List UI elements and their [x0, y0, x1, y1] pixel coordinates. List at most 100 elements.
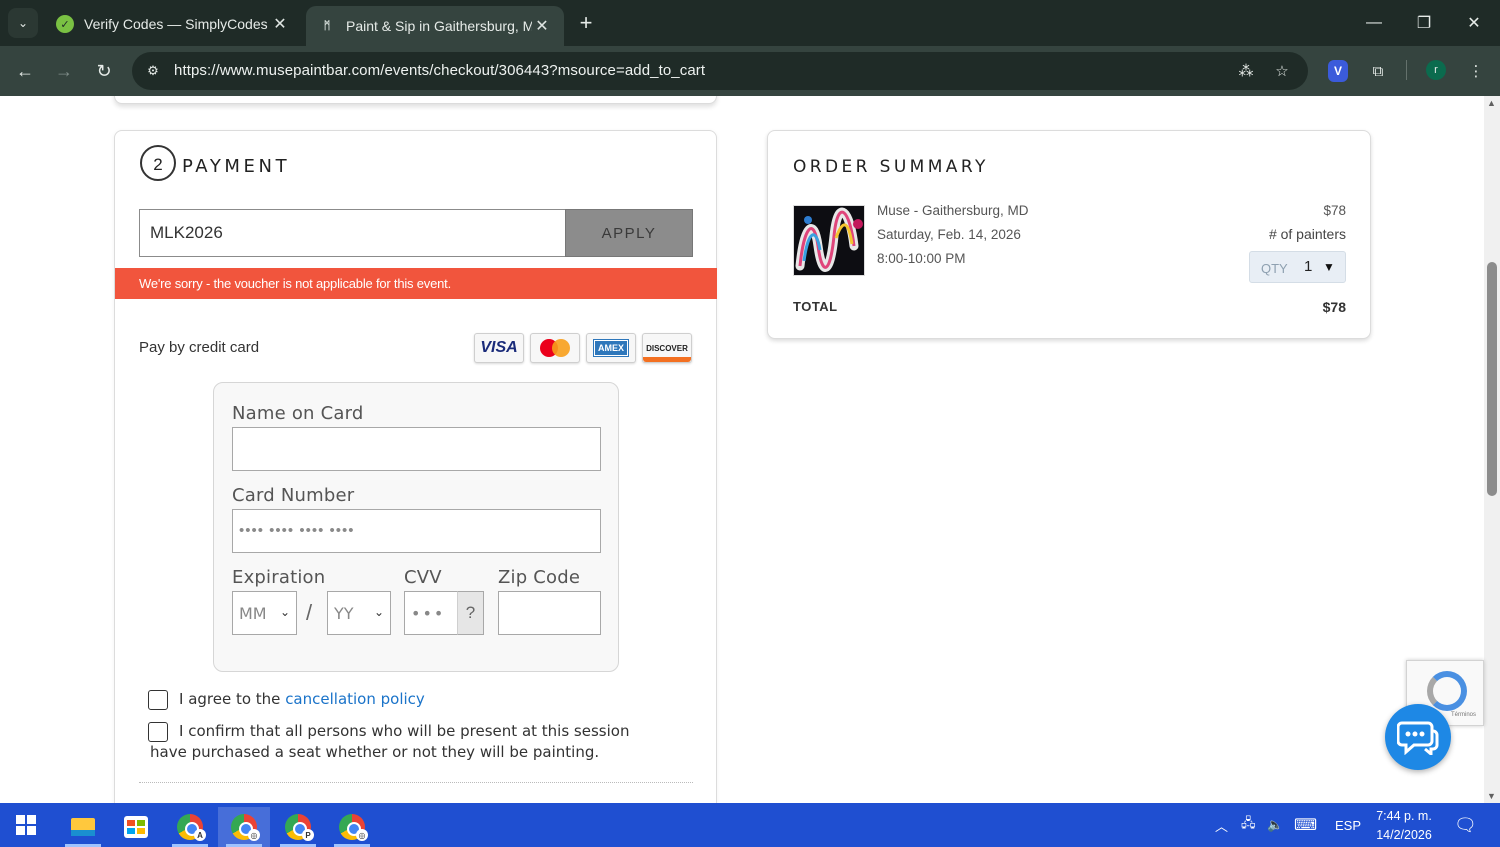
amex-icon: AMEX — [586, 333, 636, 363]
keyboard-icon[interactable]: ⌨ — [1294, 803, 1317, 847]
toolbar-divider — [1406, 60, 1407, 80]
cvv-label: CVV — [404, 567, 442, 588]
taskbar-chrome-4[interactable]: ◎ — [326, 807, 378, 847]
expiration-label: Expiration — [232, 567, 326, 588]
arrow-left-icon: ← — [16, 60, 34, 81]
simplycodes-favicon-icon: ✓ — [56, 15, 74, 33]
start-button[interactable] — [0, 803, 52, 847]
chevron-up-icon: ︿ — [1215, 818, 1229, 834]
expiration-year-select[interactable]: YY ⌄ — [327, 591, 391, 635]
network-icon[interactable]: 🖧 — [1241, 803, 1256, 847]
cancellation-policy-text: I agree to the cancellation policy — [179, 689, 425, 710]
checkout-page: 2 PAYMENT MLK2026 APPLY We're sorry - th… — [0, 96, 1484, 803]
taskbar-chrome-3[interactable]: P — [272, 807, 324, 847]
order-summary-title: ORDER SUMMARY — [793, 157, 989, 177]
card-number-placeholder: •••• •••• •••• •••• — [239, 522, 355, 539]
confirm-seat-text: I confirm that all persons who will be p… — [150, 722, 630, 761]
translate-icon[interactable]: ⁂ — [1234, 60, 1258, 82]
scrollbar-thumb[interactable] — [1487, 262, 1497, 496]
clock-time: 7:44 p. m. — [1376, 809, 1432, 823]
voucher-input[interactable]: MLK2026 — [139, 209, 567, 257]
show-hidden-icons[interactable]: ︿ — [1215, 803, 1228, 847]
name-on-card-input[interactable] — [232, 427, 601, 471]
language-indicator[interactable]: ESP — [1335, 803, 1361, 847]
extension-shield-icon[interactable]: V — [1328, 60, 1348, 82]
event-location: Muse - Gaithersburg, MD — [877, 203, 1029, 218]
previous-section-card — [114, 96, 717, 104]
tab-title: Paint & Sip in Gaithersburg, MD — [346, 18, 532, 34]
chevron-down-icon: ⌄ — [373, 605, 384, 619]
cancellation-policy-checkbox[interactable] — [148, 690, 168, 710]
zip-code-input[interactable] — [498, 591, 601, 635]
taskbar-store[interactable] — [110, 807, 162, 847]
order-summary-section: ORDER SUMMARY Muse - Gaithersburg, MD Sa… — [767, 130, 1371, 339]
agree-prefix: I agree to the — [179, 690, 286, 708]
cvv-help-button[interactable]: ? — [457, 591, 484, 635]
apply-voucher-button[interactable]: APPLY — [565, 209, 693, 257]
event-price: $78 — [1323, 203, 1346, 218]
close-window-button[interactable]: ✕ — [1454, 8, 1494, 38]
voucher-error-message: We're sorry - the voucher is not applica… — [115, 268, 717, 299]
arrow-right-icon: → — [55, 60, 73, 81]
site-settings-icon[interactable]: ⚙ — [142, 60, 164, 82]
cancellation-policy-link[interactable]: cancellation policy — [285, 690, 425, 708]
visa-icon: VISA — [474, 333, 524, 363]
section-divider — [139, 782, 693, 783]
discover-logo-text: DISCOVER — [646, 343, 688, 353]
close-icon[interactable]: ✕ — [532, 16, 552, 36]
card-number-input[interactable]: •••• •••• •••• •••• — [232, 509, 601, 553]
volume-icon[interactable]: 🔈 — [1267, 803, 1283, 847]
minimize-icon: — — [1366, 14, 1382, 31]
notifications-icon[interactable]: 🗨 — [1454, 803, 1477, 847]
address-bar[interactable]: ⚙ https://www.musepaintbar.com/events/ch… — [132, 52, 1308, 90]
name-on-card-label: Name on Card — [232, 403, 364, 424]
date-separator: / — [306, 600, 313, 625]
folder-icon — [71, 818, 95, 836]
scroll-down-icon[interactable]: ▼ — [1487, 791, 1496, 801]
bookmark-star-icon[interactable]: ☆ — [1270, 60, 1294, 82]
painters-label: # of painters — [1268, 226, 1346, 242]
expiration-month-select[interactable]: MM ⌄ — [232, 591, 297, 635]
system-clock[interactable]: 7:44 p. m. 14/2/2026 — [1368, 807, 1440, 845]
page-scrollbar[interactable]: ▲ ▼ — [1484, 96, 1500, 803]
store-icon — [124, 816, 148, 838]
recaptcha-icon — [1427, 671, 1467, 711]
url-text[interactable]: https://www.musepaintbar.com/events/chec… — [174, 62, 705, 79]
close-icon[interactable]: ✕ — [270, 14, 290, 34]
windows-logo-icon — [16, 815, 36, 835]
minimize-button[interactable]: — — [1354, 8, 1394, 38]
back-button[interactable]: ← — [10, 56, 40, 86]
cvv-placeholder: ••• — [411, 603, 446, 623]
qty-label: QTY — [1261, 261, 1288, 276]
taskbar-chrome-1[interactable]: A — [164, 807, 216, 847]
browser-menu-icon[interactable]: ⋮ — [1463, 58, 1489, 84]
zip-code-label: Zip Code — [498, 567, 581, 588]
card-number-label: Card Number — [232, 485, 355, 506]
total-label: TOTAL — [793, 299, 838, 314]
event-time: 8:00-10:00 PM — [877, 251, 966, 266]
restore-button[interactable]: ❐ — [1404, 8, 1444, 38]
taskbar-file-explorer[interactable] — [57, 807, 109, 847]
profile-avatar[interactable]: r — [1426, 60, 1446, 80]
browser-tab-strip: ⌄ ✓ Verify Codes — SimplyCodes ✕ ᛗ Paint… — [0, 0, 1500, 46]
reload-icon: ↻ — [96, 60, 112, 81]
quantity-select[interactable]: QTY 1 ▼ — [1249, 251, 1346, 283]
tab-search-button[interactable]: ⌄ — [8, 8, 38, 38]
forward-button[interactable]: → — [49, 56, 79, 86]
scroll-up-icon[interactable]: ▲ — [1487, 98, 1496, 108]
step-number: 2 — [140, 145, 176, 181]
extensions-puzzle-icon[interactable]: ⧉ — [1365, 58, 1391, 84]
chat-button[interactable] — [1385, 704, 1451, 770]
cvv-input[interactable]: ••• — [404, 591, 459, 635]
tab-simplycodes[interactable]: ✓ Verify Codes — SimplyCodes ✕ — [44, 6, 302, 42]
year-placeholder: YY — [334, 603, 354, 623]
reload-button[interactable]: ↻ — [89, 56, 119, 86]
new-tab-button[interactable]: + — [574, 10, 598, 36]
muse-favicon-icon: ᛗ — [323, 20, 331, 32]
tab-paint-and-sip[interactable]: ᛗ Paint & Sip in Gaithersburg, MD ✕ — [306, 6, 564, 46]
qty-value: 1 — [1304, 258, 1313, 275]
windows-taskbar: A ◎ P ◎ ︿ 🖧 🔈 ⌨ ESP 7:44 p. m. 14/2/2026… — [0, 803, 1500, 847]
credit-card-form: Name on Card Card Number •••• •••• •••• … — [213, 382, 619, 672]
recaptcha-terms-link[interactable]: Términos — [1451, 712, 1476, 718]
taskbar-chrome-2[interactable]: ◎ — [218, 807, 270, 847]
